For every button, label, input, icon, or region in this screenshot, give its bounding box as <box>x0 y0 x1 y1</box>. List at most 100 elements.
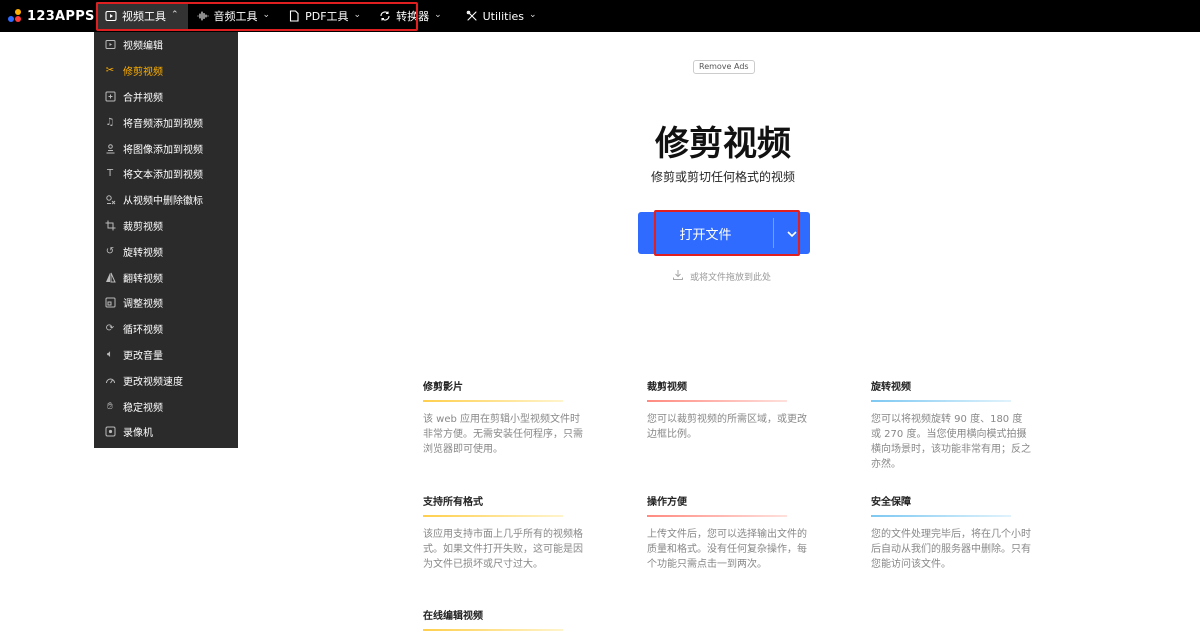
menu-item-label: 从视频中删除徽标 <box>123 196 203 208</box>
remove-ads-button[interactable]: Remove Ads <box>693 60 755 74</box>
nav-label: Utilities <box>482 9 525 23</box>
document-icon <box>288 10 300 22</box>
nav-label: 音频工具 <box>213 10 258 23</box>
logo-text: 123APPS <box>27 8 95 24</box>
menu-item-label: 将音频添加到视频 <box>123 118 203 130</box>
menu-item-stabilize-video[interactable]: ✋︎ 稳定视频 <box>94 393 238 419</box>
menu-item-label: 循环视频 <box>123 325 163 337</box>
loop-icon: ⟳ <box>105 323 115 335</box>
menu-item-merge-video[interactable]: 合并视频 <box>94 84 238 110</box>
menu-item-change-volume[interactable]: 🔈︎ 更改音量 <box>94 342 238 368</box>
menu-item-label: 旋转视频 <box>123 247 163 259</box>
volume-icon: 🔈︎ <box>107 348 113 360</box>
video-tools-dropdown: 视频编辑 ✂ 修剪视频 合并视频 ♫ 将音频添加到视频 将图像添加到视频 T 将… <box>94 32 238 448</box>
nav-label: 视频工具 <box>122 10 166 23</box>
nav-label: PDF工具 <box>305 10 349 23</box>
audio-wave-icon <box>196 10 209 22</box>
feature-title: 操作方便 <box>647 497 687 508</box>
open-file-button-group: 打开文件 <box>638 212 810 254</box>
video-edit-icon <box>104 39 116 51</box>
feature-title: 旋转视频 <box>871 382 911 393</box>
nav-item-pdf-tools[interactable]: PDF工具 ⌄ <box>279 2 370 30</box>
chevron-down-icon: ⌄ <box>353 10 362 20</box>
feature-title: 裁剪视频 <box>647 382 687 393</box>
nav-item-utilities[interactable]: Utilities ⌄ <box>457 2 546 30</box>
menu-item-video-recorder[interactable]: 录像机 <box>94 419 238 445</box>
menu-item-resize-video[interactable]: 调整视频 <box>94 290 238 316</box>
feature-crop: 裁剪视频 您可以裁剪视频的所需区域，或更改边框比例。 <box>647 378 807 442</box>
chevron-up-icon: ⌃ <box>171 10 179 20</box>
top-navigation-bar: 123APPS 视频工具 ⌃ 音频工具 ⌄ PDF工具 ⌄ 转换器 ⌄ Util… <box>0 0 1200 32</box>
menu-item-label: 稳定视频 <box>123 402 163 414</box>
feature-security: 安全保障 您的文件处理完毕后，将在几个小时后自动从我们的服务器中删除。只有您能访… <box>871 493 1031 572</box>
feature-underline <box>647 515 787 517</box>
feature-title: 支持所有格式 <box>423 497 483 508</box>
open-file-button[interactable]: 打开文件 <box>638 212 773 254</box>
nav-item-audio-tools[interactable]: 音频工具 ⌄ <box>188 2 280 30</box>
open-options-button[interactable] <box>774 212 810 254</box>
menu-item-label: 视频编辑 <box>123 41 163 53</box>
nav-item-converters[interactable]: 转换器 ⌄ <box>370 2 451 30</box>
page-title: 修剪视频 <box>655 124 791 164</box>
page-subtitle: 修剪或剪切任何格式的视频 <box>650 170 795 184</box>
feature-underline <box>423 400 563 402</box>
drop-hint-text: 或将文件拖放到此处 <box>690 273 772 283</box>
menu-item-label: 将文本添加到视频 <box>123 170 203 182</box>
rotate-icon: ↺ <box>105 245 115 257</box>
feature-online-edit: 在线编辑视频 <box>423 607 583 641</box>
menu-item-video-editor[interactable]: 视频编辑 <box>94 32 238 58</box>
image-icon <box>104 142 116 154</box>
menu-item-label: 录像机 <box>123 428 153 440</box>
menu-item-flip-video[interactable]: 翻转视频 <box>94 264 238 290</box>
logo-dots-icon <box>8 9 22 23</box>
download-icon <box>672 269 684 284</box>
feature-title: 修剪影片 <box>423 382 463 393</box>
convert-icon <box>379 10 391 22</box>
menu-item-crop-video[interactable]: 裁剪视频 <box>94 213 238 239</box>
menu-item-label: 翻转视频 <box>123 273 163 285</box>
menu-item-add-text[interactable]: T 将文本添加到视频 <box>94 161 238 187</box>
feature-title: 安全保障 <box>871 497 911 508</box>
feature-text: 该应用支持市面上几乎所有的视频格式。如果文件打开失败，这可能是因为文件已损坏或尺… <box>423 529 583 570</box>
drop-zone-hint: 或将文件拖放到此处 <box>672 269 771 284</box>
menu-item-label: 修剪视频 <box>123 67 163 79</box>
video-icon <box>105 10 117 22</box>
menu-item-add-audio[interactable]: ♫ 将音频添加到视频 <box>94 109 238 135</box>
merge-icon <box>104 90 116 102</box>
flip-icon <box>104 271 116 283</box>
menu-item-rotate-video[interactable]: ↺ 旋转视频 <box>94 238 238 264</box>
resize-icon <box>104 297 116 309</box>
chevron-down-icon: ⌄ <box>529 10 537 20</box>
menu-item-label: 将图像添加到视频 <box>123 144 203 156</box>
app-logo[interactable]: 123APPS <box>8 6 95 26</box>
feature-underline <box>423 515 563 517</box>
feature-easy: 操作方便 上传文件后，您可以选择输出文件的质量和格式。没有任何复杂操作，每个功能… <box>647 493 807 572</box>
chevron-down-icon: ⌄ <box>434 10 442 20</box>
feature-underline <box>423 629 563 631</box>
menu-item-label: 更改视频速度 <box>123 376 183 388</box>
text-icon: T <box>106 168 114 180</box>
menu-item-change-speed[interactable]: 更改视频速度 <box>94 367 238 393</box>
feature-text: 您可以裁剪视频的所需区域，或更改边框比例。 <box>647 414 807 440</box>
feature-underline <box>647 400 787 402</box>
menu-item-remove-logo[interactable]: 从视频中删除徽标 <box>94 187 238 213</box>
speed-icon <box>104 374 116 386</box>
feature-formats: 支持所有格式 该应用支持市面上几乎所有的视频格式。如果文件打开失败，这可能是因为… <box>423 493 583 572</box>
feature-text: 您的文件处理完毕后，将在几个小时后自动从我们的服务器中删除。只有您能访问该文件。 <box>871 529 1031 570</box>
nav-item-video-tools[interactable]: 视频工具 ⌃ <box>96 2 188 30</box>
scissors-icon: ✂ <box>105 65 115 77</box>
feature-underline <box>871 400 1011 402</box>
feature-rotate: 旋转视频 您可以将视频旋转 90 度、180 度或 270 度。当您使用横向模式… <box>871 378 1031 472</box>
menu-item-trim-video[interactable]: ✂ 修剪视频 <box>94 58 238 84</box>
stabilize-icon: ✋︎ <box>107 400 113 412</box>
feature-trim: 修剪影片 该 web 应用在剪辑小型视频文件时非常方便。无需安装任何程序，只需浏… <box>423 378 583 457</box>
remove-logo-icon <box>104 194 116 206</box>
crop-icon <box>104 219 116 231</box>
feature-text: 该 web 应用在剪辑小型视频文件时非常方便。无需安装任何程序，只需浏览器即可使… <box>423 414 583 455</box>
feature-title: 在线编辑视频 <box>423 611 483 622</box>
menu-item-add-image[interactable]: 将图像添加到视频 <box>94 135 238 161</box>
menu-item-loop-video[interactable]: ⟳ 循环视频 <box>94 316 238 342</box>
recorder-icon <box>104 426 116 438</box>
chevron-down-icon <box>787 227 797 240</box>
menu-item-label: 裁剪视频 <box>123 221 163 233</box>
